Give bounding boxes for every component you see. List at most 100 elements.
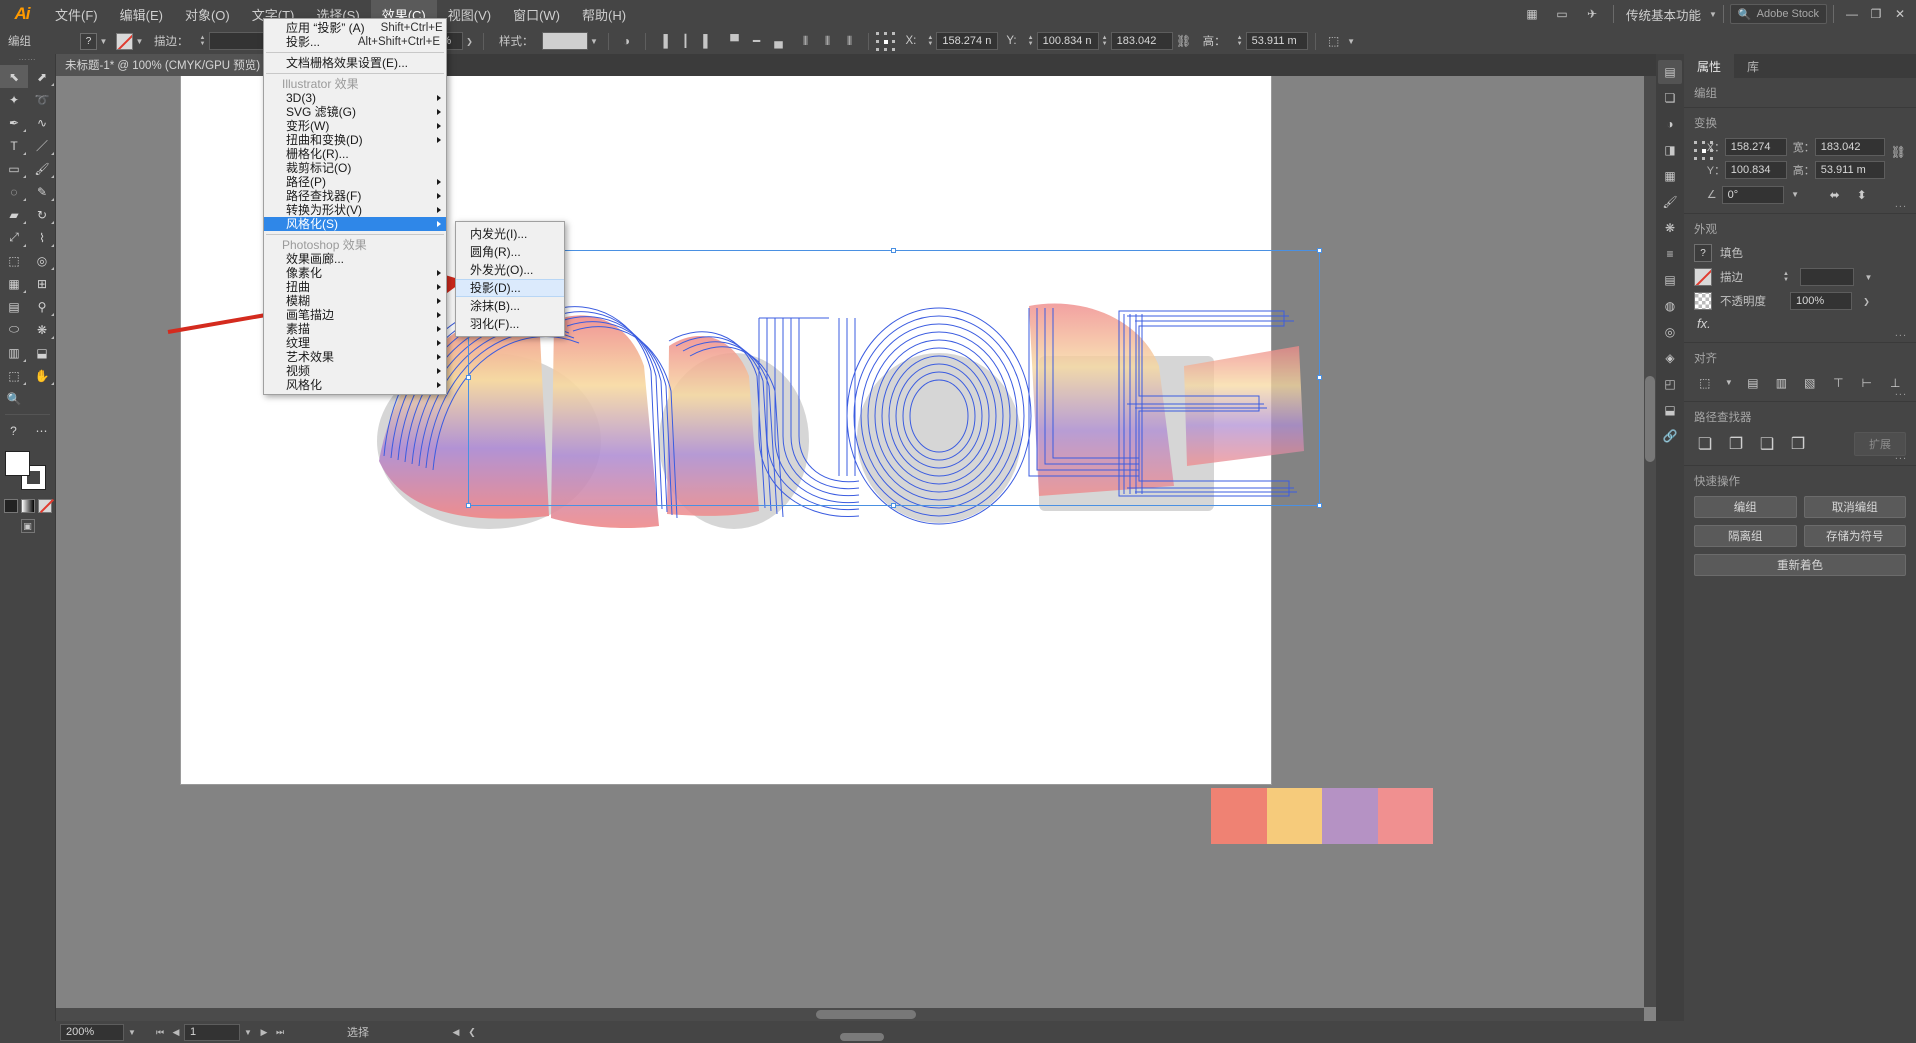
align-more-options[interactable]: ... (1895, 386, 1907, 398)
pathfinder-unite-icon[interactable]: ❏ (1694, 434, 1716, 454)
libraries-icon[interactable]: ❏ (1658, 86, 1682, 110)
shape-builder-tool[interactable]: ◎ (28, 249, 56, 272)
menu-option-7[interactable]: SVG 滤镜(G) (264, 105, 446, 119)
align-middle-panel-icon[interactable]: ⊢ (1856, 373, 1877, 392)
handle-top-center[interactable] (891, 248, 896, 253)
symbol-sprayer-tool[interactable]: ❋ (28, 318, 56, 341)
scale-tool[interactable]: ⤢ (0, 226, 28, 249)
appearance-icon[interactable]: ◎ (1658, 320, 1682, 344)
lock-proportions-icon[interactable]: ⛓ (1173, 31, 1195, 51)
pencil-tool[interactable]: ✎ (28, 180, 56, 203)
brushes-icon[interactable]: 🖌 (1658, 190, 1682, 214)
opacity-checker-icon[interactable] (1694, 292, 1712, 310)
gradient-mode-icon[interactable] (20, 499, 35, 513)
fill-stroke-indicator[interactable] (3, 449, 53, 493)
graphic-styles-icon[interactable]: ◈ (1658, 346, 1682, 370)
menu-option-1[interactable]: 投影... Alt+Shift+Ctrl+E (264, 35, 446, 49)
zoom-tool[interactable]: 🔍 (0, 387, 28, 410)
canvas-vertical-scrollbar[interactable] (1644, 76, 1656, 1007)
palette-swatch-0[interactable] (1211, 788, 1267, 844)
align-top-panel-icon[interactable]: ⊤ (1828, 373, 1849, 392)
opacity-dropdown-panel-icon[interactable]: ❯ (1860, 293, 1873, 310)
eraser-tool[interactable]: ▰ (0, 203, 28, 226)
menu-8[interactable]: 帮助(H) (571, 0, 637, 28)
artboard-dropdown-icon[interactable]: ▼ (240, 1028, 256, 1037)
align-right-icon[interactable]: ▌ (697, 31, 719, 51)
eyedropper-tool[interactable]: ⚲ (28, 295, 56, 318)
menu-option-19[interactable]: 像素化 (264, 266, 446, 280)
distribute-h-icon[interactable]: ⦀ (795, 31, 817, 51)
menu-option-24[interactable]: 纹理 (264, 336, 446, 350)
color-guide-icon[interactable]: ◨ (1658, 138, 1682, 162)
palette-swatch-1[interactable] (1266, 788, 1322, 844)
handle-bottom-left[interactable] (466, 503, 471, 508)
style-swatch[interactable] (541, 32, 588, 50)
fill-swatch[interactable]: ? (80, 32, 97, 50)
angle-dropdown-icon[interactable]: ▼ (1789, 186, 1802, 203)
reference-point-selector[interactable] (875, 31, 898, 54)
fill-color-swatch[interactable] (4, 451, 30, 476)
free-transform-tool[interactable]: ⬚ (0, 249, 28, 272)
artboards-icon[interactable]: ⬓ (1658, 398, 1682, 422)
stroke-weight-field-panel[interactable] (1800, 268, 1854, 286)
menu-option-3[interactable]: 文档栅格效果设置(E)... (264, 56, 446, 70)
submenu-option-0[interactable]: 内发光(I)... (456, 225, 564, 243)
magic-wand-tool[interactable]: ✦ (0, 88, 28, 111)
flip-horizontal-icon[interactable]: ⬌ (1824, 185, 1846, 204)
help-tool[interactable]: ? (0, 419, 28, 442)
properties-icon[interactable]: ▤ (1658, 60, 1682, 84)
pathfinder-exclude-icon[interactable]: ❒ (1787, 434, 1809, 454)
stroke-weight-stepper-panel[interactable]: ▲ ▼ (1780, 271, 1792, 283)
stroke-weight-dropdown-panel-icon[interactable]: ▼ (1862, 269, 1875, 286)
quick-action-2[interactable]: 隔离组 (1694, 525, 1797, 547)
adobe-stock-search[interactable]: 🔍 Adobe Stock (1729, 4, 1827, 24)
opacity-field-panel[interactable]: 100% (1790, 292, 1852, 310)
menu-option-10[interactable]: 栅格化(R)... (264, 147, 446, 161)
y-field[interactable]: 100.834 n (1036, 32, 1099, 50)
pathfinder-more-options[interactable]: ... (1895, 450, 1907, 462)
w-field[interactable]: 183.042 (1110, 32, 1173, 50)
window-close-button[interactable]: ✕ (1888, 4, 1912, 24)
transform-options-icon[interactable]: ⬚ (1323, 31, 1345, 51)
align-left-panel-icon[interactable]: ▤ (1742, 373, 1763, 392)
handle-middle-right[interactable] (1317, 375, 1322, 380)
zoom-dropdown-icon[interactable]: ▼ (124, 1028, 140, 1037)
submenu-option-1[interactable]: 圆角(R)... (456, 243, 564, 261)
swatches-icon[interactable]: ▦ (1658, 164, 1682, 188)
fx-button[interactable]: fx. (1694, 316, 1711, 331)
color-icon[interactable]: ◑ (1658, 112, 1682, 136)
color-swatch-mode-icon[interactable] (3, 499, 18, 513)
menu-option-20[interactable]: 扭曲 (264, 280, 446, 294)
menu-1[interactable]: 编辑(E) (109, 0, 174, 28)
prev-artboard-icon[interactable]: ◀ (168, 1027, 184, 1038)
h-field-panel[interactable]: 53.911 m (1814, 161, 1885, 179)
x-field[interactable]: 158.274 n (936, 32, 999, 50)
menu-option-9[interactable]: 扭曲和变换(D) (264, 133, 446, 147)
menu-7[interactable]: 窗口(W) (502, 0, 571, 28)
x-stepper[interactable]: ▲ ▼ (924, 35, 936, 47)
stylize-submenu[interactable]: 内发光(I)... 圆角(R)... 外发光(O)... 投影(D)... 涂抹(B).… (455, 221, 565, 337)
align-bottom-icon[interactable]: ▄ (768, 31, 790, 51)
transform-dropdown-icon[interactable]: ▼ (1345, 33, 1358, 50)
align-middle-icon[interactable]: ━ (746, 31, 768, 51)
next-artboard-icon[interactable]: ▶ (256, 1027, 272, 1038)
fill-dropdown-icon[interactable]: ▼ (97, 33, 110, 50)
selection-bounding-box[interactable] (466, 248, 1322, 508)
x-field-panel[interactable]: 158.274 (1724, 138, 1787, 156)
window-maximize-button[interactable]: ❐ (1864, 4, 1888, 24)
menu-0[interactable]: 文件(F) (44, 0, 109, 28)
status-scroll-thumb[interactable] (840, 1033, 884, 1041)
quick-action-4[interactable]: 重新着色 (1694, 554, 1906, 576)
quick-action-3[interactable]: 存储为符号 (1803, 525, 1906, 547)
vertical-scroll-thumb[interactable] (1645, 376, 1655, 462)
status-next-icon[interactable]: ◀ (448, 1027, 464, 1038)
quick-action-0[interactable]: 编组 (1694, 496, 1797, 518)
lock-proportions-panel-icon[interactable]: ⛓ (1891, 142, 1906, 161)
menu-option-12[interactable]: 路径(P) (264, 175, 446, 189)
submenu-option-5[interactable]: 羽化(F)... (456, 315, 564, 333)
workspace-switcher-icon[interactable]: ▭ (1547, 3, 1577, 25)
palette-swatch-2[interactable] (1322, 788, 1378, 844)
stroke-dropdown-icon[interactable]: ▼ (133, 33, 146, 50)
lasso-tool[interactable]: ➰ (28, 88, 56, 111)
style-dropdown-icon[interactable]: ▼ (588, 33, 601, 50)
